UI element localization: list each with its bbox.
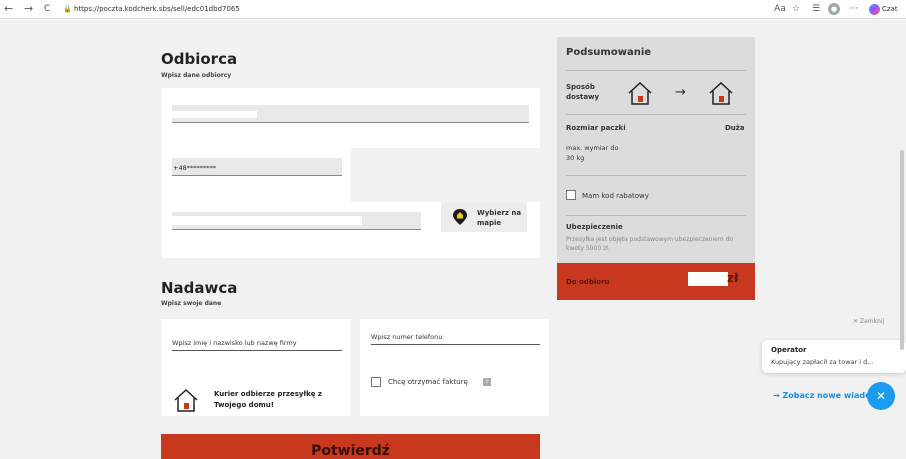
copilot-button[interactable]: Czat	[869, 3, 905, 16]
url-text: https://poczta.kodcherk.sbs/sell/edc01db…	[74, 5, 240, 13]
copilot-label: Czat	[882, 5, 898, 13]
chat-message-card[interactable]: Operator Kupujący zapłacił za towar i d.…	[762, 340, 906, 373]
insurance-title: Ubezpieczenie	[566, 223, 623, 231]
redacted-amount-mask	[688, 272, 728, 286]
more-menu-icon[interactable]: ···	[848, 3, 860, 15]
back-icon[interactable]: ←	[4, 2, 13, 16]
order-summary-panel: Podsumowanie Sposób dostawy → Rozmiar pa…	[557, 37, 755, 300]
recipient-card: +48*********	[161, 88, 540, 258]
invoice-checkbox[interactable]	[371, 377, 381, 387]
page-scrollbar[interactable]	[900, 150, 904, 350]
layout-gap	[351, 148, 540, 202]
confirm-label: Potwierdź	[311, 443, 390, 459]
currency-label: zł	[727, 271, 739, 285]
sender-phone-card: Wpisz numer telefonu Chcę otrzymać faktu…	[360, 319, 549, 416]
house-icon	[174, 388, 198, 412]
redacted-mask	[172, 111, 257, 118]
chat-sender: Operator	[771, 346, 807, 354]
house-to-icon	[709, 81, 733, 105]
to-collect-label: Do odbioru	[566, 278, 610, 286]
insurance-text: Przesyłka jest objęta podstawowym ubezpi…	[566, 236, 734, 252]
arrow-right-icon: →	[675, 85, 686, 100]
max-weight-text: max. wymiar do 30 kg	[566, 144, 619, 162]
divider	[566, 70, 746, 71]
map-pin-icon	[453, 209, 467, 225]
summary-title: Podsumowanie	[566, 47, 652, 58]
favorites-list-icon[interactable]: ☰	[810, 3, 822, 15]
browser-toolbar: ← → C 🔒 https://poczta.kodcherk.sbs/sell…	[0, 0, 906, 19]
see-new-messages-link[interactable]: → Zobacz nowe wiado	[773, 391, 871, 400]
lock-icon: 🔒	[63, 5, 72, 13]
divider	[566, 215, 746, 216]
sender-title: Nadawca	[161, 279, 238, 297]
confirm-button[interactable]: Potwierdź	[161, 434, 540, 459]
house-from-icon	[628, 81, 652, 105]
reload-icon[interactable]: C	[44, 2, 50, 16]
sender-name-placeholder: Wpisz imię i nazwisko lub nazwę firmy	[172, 339, 297, 347]
read-aloud-icon[interactable]: Aa	[774, 3, 786, 15]
collapse-icon: ✕	[875, 389, 887, 403]
sender-subtitle: Wpisz swoje dane	[161, 300, 222, 307]
chat-toggle-button[interactable]: ✕	[867, 382, 895, 410]
chat-message-preview: Kupujący zapłacił za towar i d...	[771, 358, 874, 366]
forward-icon[interactable]: →	[24, 2, 33, 16]
summary-total-bar: Do odbioru zł	[557, 263, 755, 300]
promo-code-checkbox[interactable]	[566, 190, 576, 200]
recipient-phone-value: +48*********	[173, 164, 216, 172]
package-size-label: Rozmiar paczki	[566, 124, 626, 132]
copilot-logo-icon	[869, 3, 880, 15]
sender-phone-input[interactable]: Wpisz numer telefonu	[371, 333, 540, 345]
courier-pickup-text: Kurier odbierze przesyłkę z Twojego domu…	[214, 390, 322, 409]
favorite-star-icon[interactable]: ☆	[790, 3, 802, 15]
profile-avatar-icon[interactable]: ●	[828, 3, 840, 15]
recipient-title: Odbiorca	[161, 50, 238, 68]
address-bar[interactable]: 🔒 https://poczta.kodcherk.sbs/sell/edc01…	[60, 2, 790, 16]
info-icon[interactable]: i	[483, 378, 491, 386]
invoice-label: Chcę otrzymać fakturę	[388, 378, 468, 386]
map-button-label: Wybierz na mapie	[477, 209, 522, 227]
sender-phone-placeholder: Wpisz numer telefonu	[371, 333, 443, 341]
divider	[566, 175, 746, 176]
package-size-value: Duża	[725, 124, 745, 132]
redacted-mask	[172, 216, 362, 225]
choose-on-map-button[interactable]: Wybierz na mapie	[441, 202, 527, 232]
sender-name-card: Wpisz imię i nazwisko lub nazwę firmy Ku…	[161, 319, 351, 416]
divider	[566, 114, 746, 115]
close-chat-button[interactable]: ✕ Zamknij	[853, 318, 884, 325]
promo-code-label: Mam kod rabatowy	[582, 192, 649, 200]
sender-name-input[interactable]: Wpisz imię i nazwisko lub nazwę firmy	[172, 339, 342, 351]
recipient-subtitle: Wpisz dane odbiorcy	[161, 72, 232, 79]
delivery-method-label: Sposób dostawy	[566, 83, 600, 101]
